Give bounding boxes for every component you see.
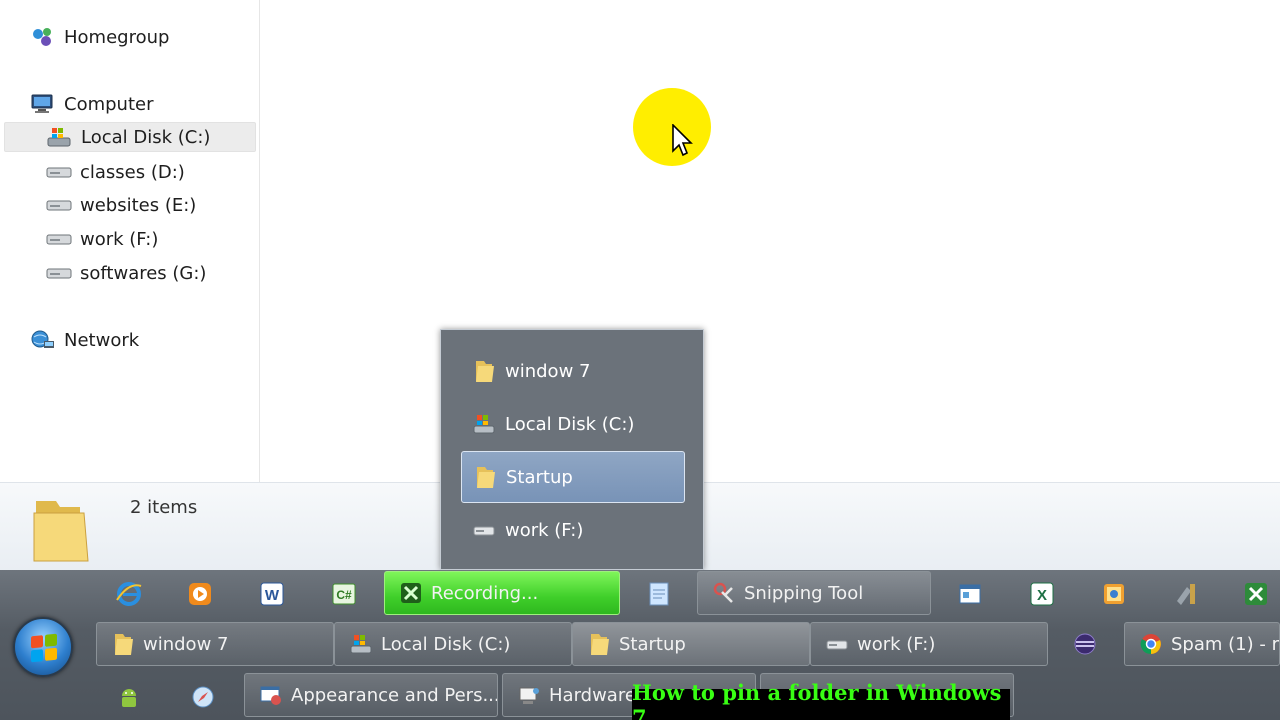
- windows-drive-icon: [47, 126, 73, 148]
- jump-list-item-label: Startup: [506, 466, 573, 488]
- nav-network[interactable]: Network: [30, 325, 139, 355]
- drive-icon: [473, 519, 495, 541]
- jump-list-item-label: work (F:): [505, 519, 584, 541]
- chrome-icon: [1139, 632, 1163, 656]
- taskbar-window7-button[interactable]: window 7: [96, 622, 334, 666]
- eclipse-icon[interactable]: [1070, 629, 1100, 659]
- nav-network-label: Network: [64, 329, 140, 351]
- video-caption: How to pin a folder in Windows 7: [632, 680, 1010, 720]
- snipping-tool-button[interactable]: Snipping Tool: [697, 571, 931, 615]
- taskbar-chrome-button[interactable]: Spam (1) - re: [1124, 622, 1280, 666]
- taskbar-appearance-button[interactable]: Appearance and Pers...: [244, 673, 498, 717]
- computer-icon: [30, 93, 56, 115]
- homegroup-icon: [30, 26, 56, 48]
- svg-text:C#: C#: [336, 588, 352, 602]
- recording-label: Recording...: [431, 582, 539, 604]
- network-icon: [30, 329, 56, 351]
- start-button[interactable]: [13, 617, 73, 677]
- nav-drive-c-label: Local Disk (C:): [81, 126, 211, 148]
- notepad-icon[interactable]: [644, 579, 674, 609]
- taskbar-button-label: window 7: [143, 633, 229, 655]
- android-icon[interactable]: [114, 682, 144, 712]
- caption-text: How to pin a folder in Windows 7: [632, 679, 1002, 720]
- taskbar-appearance-label: Appearance and Pers...: [291, 684, 498, 706]
- jump-list-item-local-disk-c[interactable]: Local Disk (C:): [461, 398, 685, 450]
- nav-drive-g-label: softwares (G:): [80, 262, 207, 284]
- visual-csharp-icon[interactable]: C#: [329, 579, 359, 609]
- tool-app-icon[interactable]: [1171, 579, 1201, 609]
- media-player-icon[interactable]: [185, 579, 215, 609]
- taskbar-chrome-label: Spam (1) - re: [1171, 633, 1280, 655]
- taskbar-button-label: Local Disk (C:): [381, 633, 511, 655]
- control-panel-icon: [259, 683, 283, 707]
- drive-icon: [46, 194, 72, 216]
- drive-icon: [46, 228, 72, 250]
- drive-icon: [825, 632, 849, 656]
- drive-icon: [46, 262, 72, 284]
- nav-computer-label: Computer: [64, 93, 154, 115]
- windows-logo-icon: [31, 633, 57, 663]
- svg-text:X: X: [1037, 587, 1047, 604]
- nav-drive-e[interactable]: websites (E:): [46, 190, 196, 220]
- taskbar-work-f-button[interactable]: work (F:): [810, 622, 1048, 666]
- nav-drive-d[interactable]: classes (D:): [46, 157, 185, 187]
- folder-icon: [111, 632, 135, 656]
- drive-icon: [46, 161, 72, 183]
- excel-icon[interactable]: X: [1027, 579, 1057, 609]
- snipping-tool-label: Snipping Tool: [744, 582, 864, 604]
- folder-large-icon: [33, 501, 89, 562]
- spreadsheet-app-icon[interactable]: [1241, 579, 1271, 609]
- nav-drive-e-label: websites (E:): [80, 194, 197, 216]
- jump-list-popup: window 7 Local Disk (C:) Startup work (F…: [440, 329, 704, 570]
- navigation-pane: Homegroup Computer Local Disk (C:) class…: [0, 0, 260, 482]
- folder-icon: [473, 360, 495, 382]
- windows-drive-icon: [473, 413, 495, 435]
- jump-list-item-work-f[interactable]: work (F:): [461, 504, 685, 556]
- file-list-area[interactable]: [261, 0, 1280, 482]
- nav-drive-f-label: work (F:): [80, 228, 159, 250]
- mouse-cursor-icon: [672, 124, 693, 157]
- nav-drive-g[interactable]: softwares (G:): [46, 258, 206, 288]
- recorder-icon: [399, 581, 423, 605]
- svg-text:W: W: [265, 587, 280, 604]
- nav-homegroup-label: Homegroup: [64, 26, 170, 48]
- taskbar-startup-button[interactable]: Startup: [572, 622, 810, 666]
- safari-icon[interactable]: [188, 682, 218, 712]
- taskbar-button-label: Startup: [619, 633, 686, 655]
- jump-list-item-label: window 7: [505, 360, 591, 382]
- folder-icon: [474, 466, 496, 488]
- taskbar-hardware-label: Hardware: [549, 684, 636, 706]
- scissors-icon: [712, 581, 736, 605]
- jump-list-item-startup[interactable]: Startup: [461, 451, 685, 503]
- window-app-icon[interactable]: [955, 579, 985, 609]
- hardware-icon: [517, 683, 541, 707]
- jump-list-item-window7[interactable]: window 7: [461, 345, 685, 397]
- internet-explorer-icon[interactable]: [114, 579, 144, 609]
- recording-button[interactable]: Recording...: [384, 571, 620, 615]
- nav-drive-d-label: classes (D:): [80, 161, 185, 183]
- folder-icon: [587, 632, 611, 656]
- nav-drive-c[interactable]: Local Disk (C:): [4, 122, 256, 152]
- windows-drive-icon: [349, 632, 373, 656]
- taskbar-local-disk-c-button[interactable]: Local Disk (C:): [334, 622, 572, 666]
- nav-computer[interactable]: Computer: [30, 89, 153, 119]
- paint-icon[interactable]: [1099, 579, 1129, 609]
- nav-homegroup[interactable]: Homegroup: [30, 22, 169, 52]
- taskbar-button-label: work (F:): [857, 633, 936, 655]
- word-icon[interactable]: W: [257, 579, 287, 609]
- nav-drive-f[interactable]: work (F:): [46, 224, 158, 254]
- item-count: 2 items: [130, 497, 198, 518]
- jump-list-item-label: Local Disk (C:): [505, 413, 635, 435]
